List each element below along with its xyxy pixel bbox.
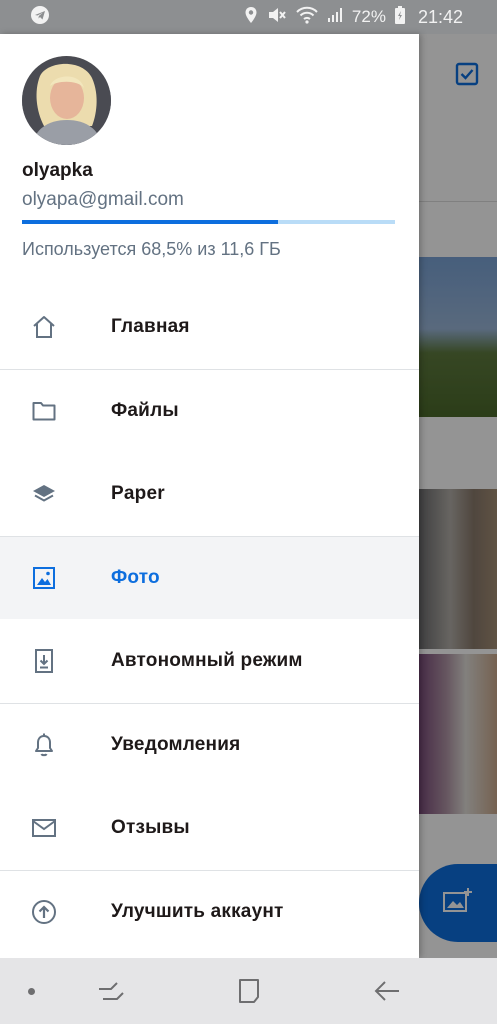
nav-dot-indicator — [28, 988, 35, 995]
location-icon — [244, 6, 258, 29]
battery-icon — [394, 5, 405, 29]
menu-item-home[interactable]: Главная — [0, 285, 419, 369]
account-name: olyapka — [22, 160, 93, 181]
mute-icon — [267, 6, 287, 29]
bell-icon — [30, 731, 58, 759]
layers-icon — [30, 480, 58, 508]
home-button-icon[interactable] — [234, 976, 264, 1006]
offline-icon — [30, 647, 58, 675]
menu-item-paper[interactable]: Paper — [0, 452, 419, 536]
mail-icon — [30, 814, 58, 842]
status-bar: 72% 21:42 — [0, 0, 497, 34]
menu-item-label: Автономный режим — [111, 649, 303, 671]
photo-icon — [30, 564, 58, 592]
menu-item-label: Файлы — [111, 399, 179, 421]
menu-item-offline[interactable]: Автономный режим — [0, 619, 419, 703]
menu-item-label: Paper — [111, 482, 165, 504]
wifi-icon — [296, 6, 318, 29]
clock: 21:42 — [417, 6, 463, 27]
menu-item-feedback[interactable]: Отзывы — [0, 786, 419, 870]
menu-item-label: Улучшить аккаунт — [111, 900, 284, 922]
home-icon — [30, 313, 58, 341]
system-navigation-bar — [0, 958, 497, 1024]
menu-item-upgrade[interactable]: Улучшить аккаунт — [0, 869, 419, 954]
menu-item-label: Главная — [111, 315, 190, 337]
menu-item-notifications[interactable]: Уведомления — [0, 702, 419, 787]
storage-progress-fill — [22, 220, 278, 224]
drawer-menu: Главная Файлы Paper Фото Автономный режи… — [0, 285, 419, 953]
recent-apps-icon[interactable] — [96, 976, 126, 1006]
signal-icon — [327, 7, 343, 28]
account-email: olyapa@gmail.com — [22, 189, 184, 210]
menu-item-label: Фото — [111, 566, 160, 588]
storage-progress-bar — [22, 220, 395, 224]
drawer-scrim[interactable] — [419, 34, 497, 958]
battery-percent: 72% — [351, 7, 386, 26]
menu-item-label: Отзывы — [111, 816, 190, 838]
back-icon[interactable] — [372, 976, 402, 1006]
navigation-drawer: olyapka olyapa@gmail.com Используется 68… — [0, 34, 419, 958]
folder-icon — [30, 397, 58, 425]
telegram-icon — [30, 5, 50, 30]
menu-item-label: Уведомления — [111, 733, 241, 755]
menu-item-photos[interactable]: Фото — [0, 535, 419, 619]
menu-item-files[interactable]: Файлы — [0, 368, 419, 453]
upgrade-icon — [30, 898, 58, 926]
storage-usage-text: Используется 68,5% из 11,6 ГБ — [22, 239, 281, 259]
avatar[interactable] — [22, 56, 111, 145]
